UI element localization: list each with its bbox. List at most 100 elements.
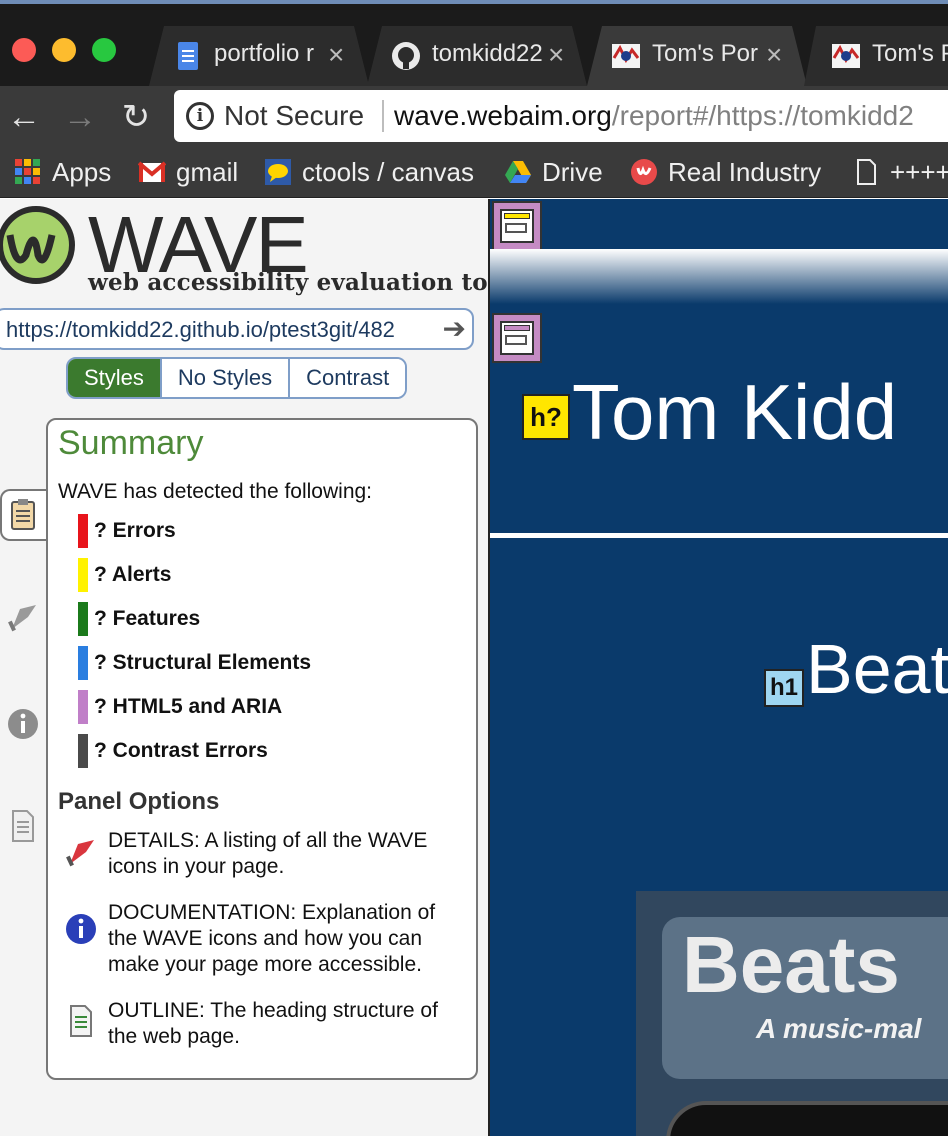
view-mode-toggle: Styles No Styles Contrast — [66, 357, 408, 399]
contrast-button[interactable]: Contrast — [290, 359, 406, 397]
section-heading: Beat — [806, 630, 948, 708]
go-arrow-icon[interactable]: ➔ — [443, 312, 466, 345]
page-icon — [857, 159, 876, 185]
bookmark-label: ctools / canvas — [302, 156, 474, 187]
alerts-count: ? Alerts — [78, 558, 171, 592]
structural-color-bar — [78, 646, 88, 680]
option-text: DOCUMENTATION: Explanation of the WAVE i… — [108, 901, 436, 976]
address-bar[interactable]: i Not Secure wave.webaim.org/report#/htt… — [174, 90, 948, 142]
info-circle-icon[interactable]: i — [186, 102, 214, 130]
count-label: ? Contrast Errors — [94, 739, 268, 762]
summary-intro: WAVE has detected the following: — [58, 480, 373, 503]
features-color-bar — [78, 602, 88, 636]
count-label: ? Errors — [94, 519, 176, 542]
reload-icon[interactable]: ↻ — [116, 98, 156, 138]
close-tab-icon[interactable]: × — [548, 39, 564, 71]
header-gradient — [490, 249, 948, 304]
documentation-option[interactable]: DOCUMENTATION: Explanation of the WAVE i… — [58, 900, 468, 982]
tab-portfolio-doc[interactable]: portfolio r × — [134, 26, 384, 86]
tab-strip: portfolio r × tomkidd22 × Tom's Por × To… — [0, 0, 948, 86]
features-count: ? Features — [78, 602, 200, 636]
h1-heading-icon[interactable]: h1 — [764, 669, 804, 707]
url-text[interactable]: wave.webaim.org/report#/https://tomkidd2 — [394, 100, 914, 132]
bookmark-ctools[interactable]: ctools / canvas — [264, 154, 474, 190]
tab-title: tomkidd22 — [432, 40, 542, 67]
site-name-heading: Tom Kidd — [572, 368, 898, 456]
outline-doc-icon — [70, 1005, 92, 1037]
portfolio-favicon-icon — [612, 44, 640, 68]
bookmark-apps[interactable]: Apps — [14, 154, 111, 190]
count-label: ? Structural Elements — [94, 651, 312, 674]
possible-heading-icon[interactable]: h? — [522, 394, 570, 440]
count-label: ? HTML5 and ARIA — [94, 695, 283, 718]
hero-title: Beats — [682, 920, 900, 1009]
wave-url-value: https://tomkidd22.github.io/ptest3git/48… — [6, 317, 395, 342]
bookmarks-bar: Apps gmail ctools / canvas Drive Real In… — [0, 148, 948, 198]
close-tab-icon[interactable]: × — [328, 39, 344, 71]
browser-toolbar: ← → ↻ i Not Secure wave.webaim.org/repor… — [0, 86, 948, 148]
close-window-button[interactable] — [12, 38, 36, 62]
back-arrow-icon[interactable]: ← — [4, 98, 44, 138]
tab-portfolio-2[interactable]: Tom's P — [792, 26, 948, 86]
summary-title: Summary — [58, 424, 204, 462]
wave-panel: WAVE web accessibility evaluation tool h… — [0, 199, 512, 1136]
bookmark-label: gmail — [176, 156, 239, 187]
contrast-errors-count: ? Contrast Errors — [78, 734, 268, 768]
tab-title: Tom's P — [872, 40, 948, 67]
wave-logo-icon — [0, 206, 75, 284]
bookmark-label: Real Industry — [668, 156, 822, 187]
bookmark-drive[interactable]: Drive — [504, 154, 603, 190]
documentation-info-icon[interactable] — [6, 707, 40, 741]
count-label: ? Features — [94, 607, 201, 630]
bookmark-page[interactable]: ++++ — [852, 154, 948, 190]
outline-option[interactable]: OUTLINE: The heading structure of the we… — [58, 998, 468, 1054]
ctools-icon — [265, 159, 291, 185]
header-region-icon[interactable] — [492, 201, 542, 251]
omnibox-divider — [382, 100, 384, 132]
outline-doc-icon[interactable] — [6, 809, 40, 843]
evaluated-page: h? Tom Kidd h1 Beat Beats A music-mal — [488, 199, 948, 1136]
minimize-window-button[interactable] — [52, 38, 76, 62]
wave-tagline: web accessibility evaluation tool — [88, 269, 513, 296]
hero-image: Beats A music-mal — [636, 891, 948, 1136]
details-flag-icon[interactable] — [6, 599, 40, 633]
portfolio-favicon-icon — [832, 44, 860, 68]
no-styles-button[interactable]: No Styles — [161, 359, 291, 397]
contrast-color-bar — [78, 734, 88, 768]
url-path: /report#/https://tomkidd2 — [611, 100, 914, 131]
github-icon — [392, 42, 420, 70]
alerts-color-bar — [78, 558, 88, 592]
real-industry-icon — [631, 159, 657, 185]
phone-frame — [666, 1101, 948, 1136]
details-option[interactable]: DETAILS: A listing of all the WAVE icons… — [58, 828, 468, 884]
close-tab-icon[interactable]: × — [766, 39, 782, 71]
apps-grid-icon — [15, 159, 40, 184]
tab-github[interactable]: tomkidd22 × — [352, 26, 602, 86]
tab-title: portfolio r — [214, 40, 315, 67]
option-text: OUTLINE: The heading structure of the we… — [108, 999, 438, 1048]
bookmark-gmail[interactable]: gmail — [138, 154, 238, 190]
bookmark-label: Drive — [542, 156, 603, 187]
option-text: DETAILS: A listing of all the WAVE icons… — [108, 829, 428, 878]
bookmark-label: Apps — [52, 156, 112, 187]
wave-url-input[interactable]: https://tomkidd22.github.io/ptest3git/48… — [0, 308, 474, 350]
drive-icon — [505, 161, 531, 183]
info-icon — [66, 914, 96, 944]
html5-aria-count: ? HTML5 and ARIA — [78, 690, 282, 724]
tab-title: Tom's Por — [652, 40, 758, 67]
flag-icon — [66, 840, 94, 867]
tab-portfolio-active[interactable]: Tom's Por × — [572, 26, 822, 86]
header-divider — [490, 533, 948, 538]
maximize-window-button[interactable] — [92, 38, 116, 62]
bookmark-real-industry[interactable]: Real Industry — [630, 154, 821, 190]
url-host: wave.webaim.org — [394, 100, 612, 131]
navigation-region-icon[interactable] — [492, 313, 542, 363]
security-label[interactable]: Not Secure — [224, 100, 364, 132]
styles-button[interactable]: Styles — [68, 359, 162, 397]
errors-color-bar — [78, 514, 88, 548]
aria-color-bar — [78, 690, 88, 724]
bookmark-label: ++++ — [890, 156, 948, 187]
google-docs-icon — [178, 42, 198, 70]
clipboard-icon — [11, 499, 35, 530]
forward-arrow-icon[interactable]: → — [60, 98, 100, 138]
